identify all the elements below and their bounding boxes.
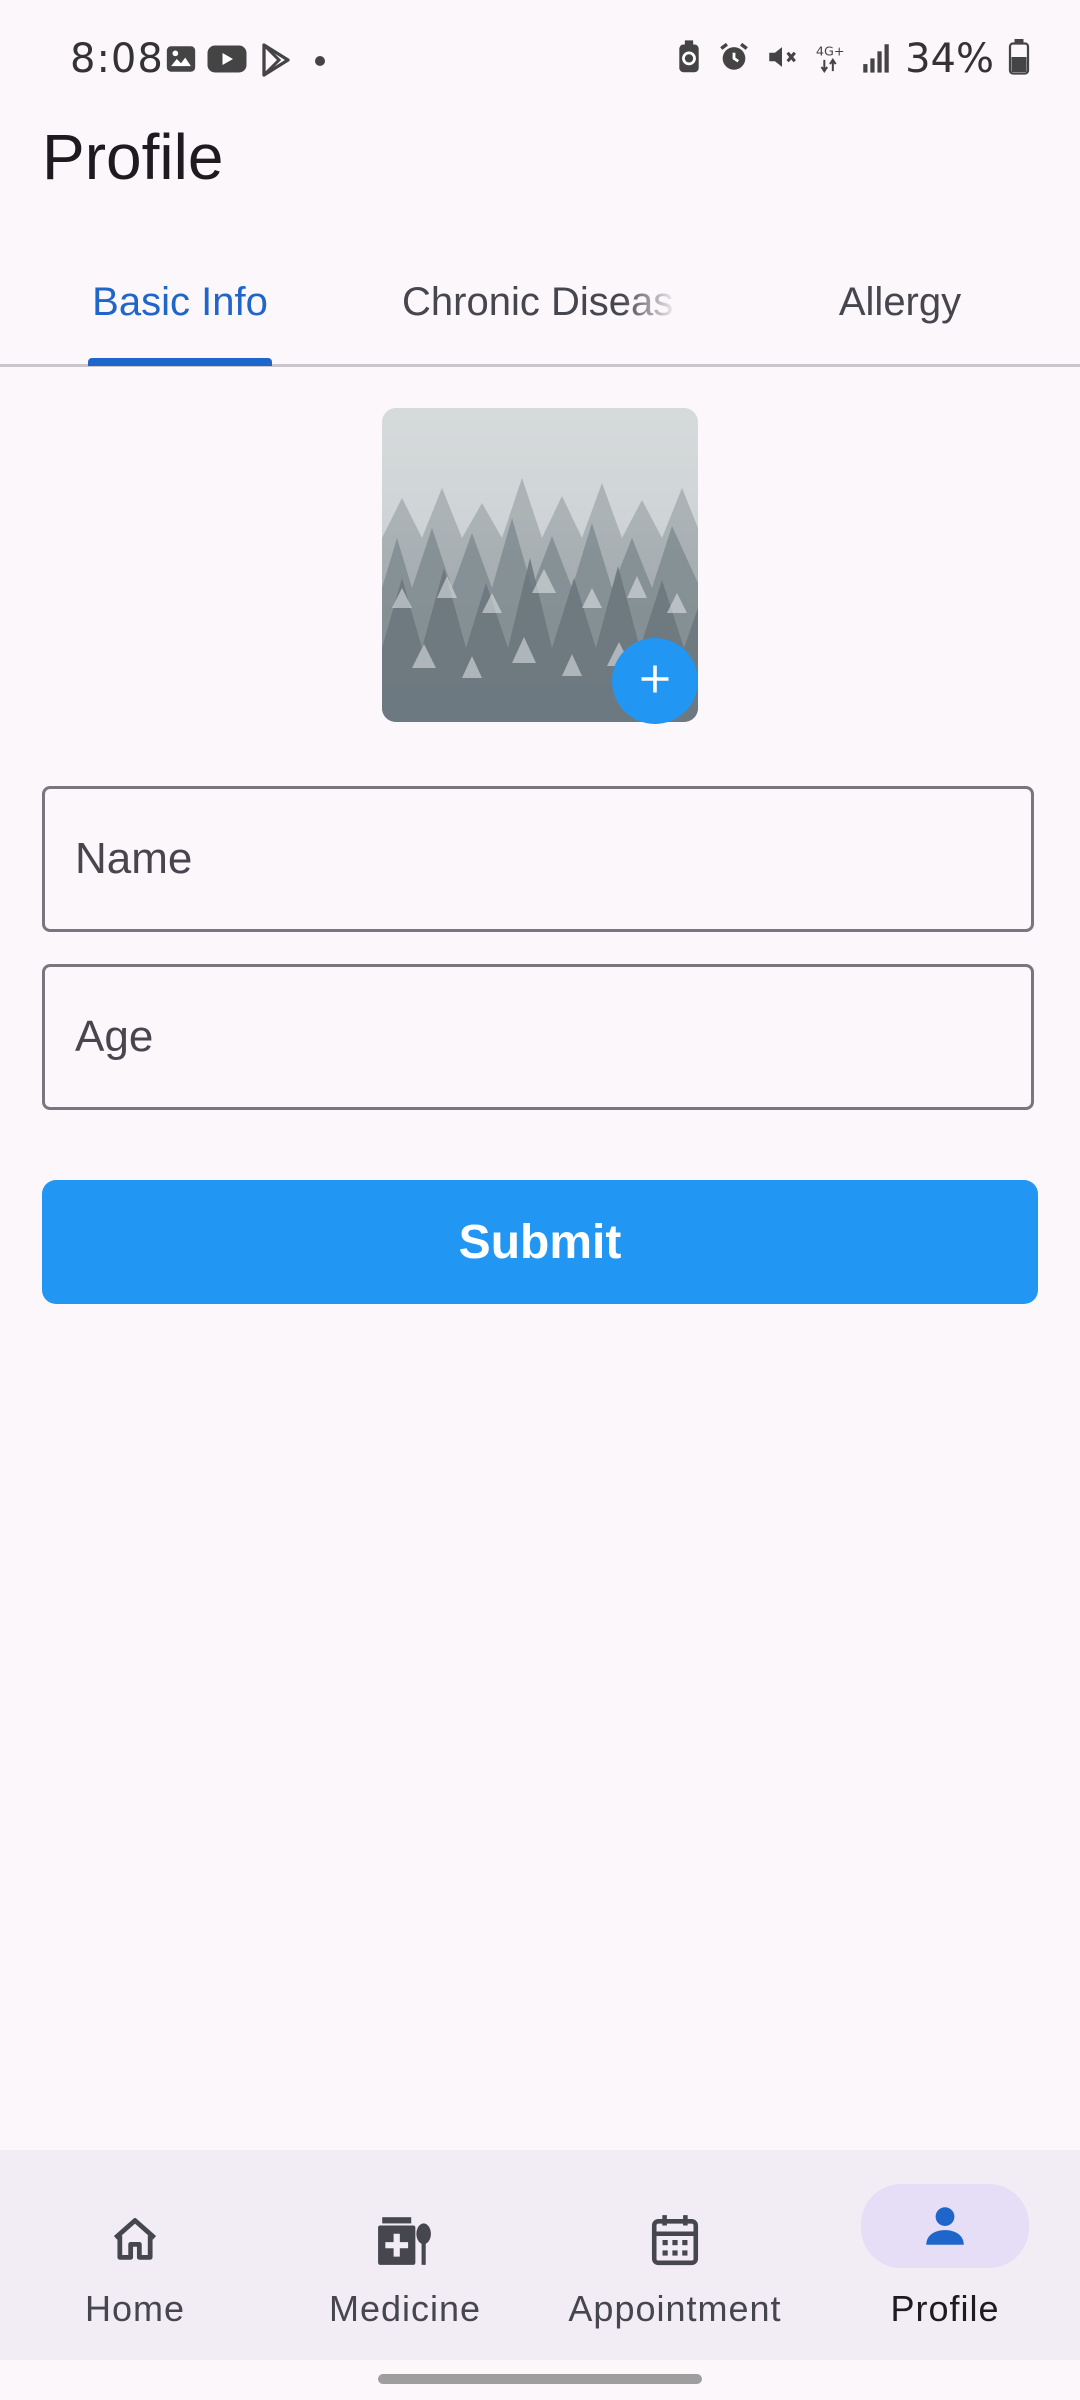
tab-chronic-diseases[interactable]: Chronic Diseas xyxy=(360,240,720,364)
mute-icon xyxy=(765,40,799,79)
youtube-icon xyxy=(206,42,248,81)
battery-icon xyxy=(1008,38,1030,80)
play-store-icon xyxy=(258,42,294,83)
battery-saver-icon xyxy=(675,39,703,80)
status-bar: 8:08 4G+ 34% xyxy=(0,0,1080,120)
tab-label: Basic Info xyxy=(92,279,268,324)
nav-item-home[interactable]: Home xyxy=(0,2150,270,2360)
svg-text:4G+: 4G+ xyxy=(816,44,845,59)
submit-button[interactable]: Submit xyxy=(42,1180,1038,1304)
tab-label: Allergy xyxy=(838,279,962,324)
nav-item-profile[interactable]: Profile xyxy=(810,2150,1080,2360)
tab-basic-info[interactable]: Basic Info xyxy=(0,240,360,364)
age-field[interactable] xyxy=(42,964,1034,1110)
home-icon xyxy=(80,2200,190,2280)
name-input[interactable] xyxy=(45,789,1031,929)
tab-bar: Basic Info Chronic Diseas Allergy xyxy=(0,240,1080,367)
calendar-icon xyxy=(620,2200,730,2280)
nav-label: Appointment xyxy=(568,2288,782,2329)
gesture-bar[interactable] xyxy=(378,2374,702,2384)
nav-label: Medicine xyxy=(328,2288,482,2329)
status-time: 8:08 xyxy=(70,36,164,82)
nav-label: Profile xyxy=(890,2288,1000,2329)
person-icon xyxy=(861,2184,1029,2268)
status-right-icons: 4G+ 34% xyxy=(675,36,1030,82)
nav-item-appointment[interactable]: Appointment xyxy=(540,2150,810,2360)
tab-indicator xyxy=(88,358,272,366)
page-title: Profile xyxy=(42,121,224,193)
nav-item-medicine[interactable]: Medicine xyxy=(270,2150,540,2360)
4g-icon: 4G+ xyxy=(813,40,847,79)
tab-label: Chronic Diseas xyxy=(402,279,674,324)
battery-percent: 34% xyxy=(905,36,994,82)
gallery-icon xyxy=(164,42,198,81)
signal-icon xyxy=(861,40,891,79)
medicine-icon xyxy=(350,2200,460,2280)
add-photo-button[interactable] xyxy=(612,638,698,724)
tab-allergy[interactable]: Allergy xyxy=(720,240,1080,364)
bottom-navigation: Home Medicine Appointment Profile xyxy=(0,2150,1080,2360)
dot-icon xyxy=(314,54,326,72)
alarm-icon xyxy=(717,40,751,79)
age-input[interactable] xyxy=(45,967,1031,1107)
nav-label: Home xyxy=(84,2288,186,2329)
plus-icon xyxy=(637,661,673,702)
name-field[interactable] xyxy=(42,786,1034,932)
